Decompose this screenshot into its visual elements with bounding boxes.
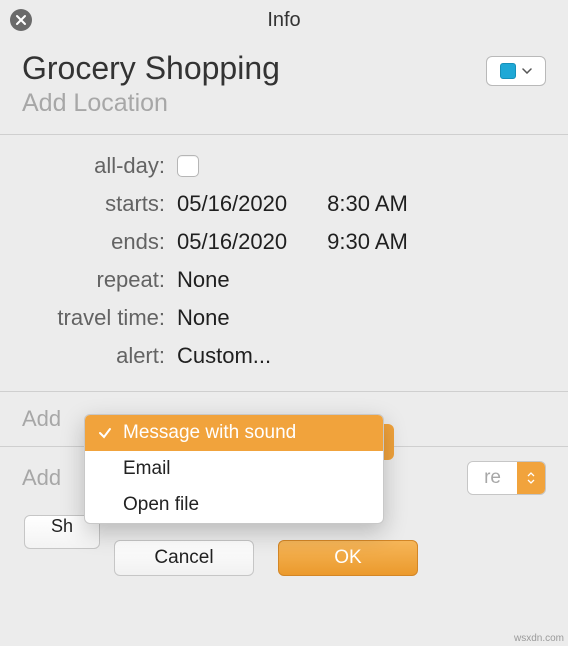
- starts-label: starts:: [22, 191, 177, 217]
- window-title: Info: [0, 9, 568, 32]
- repeat-value[interactable]: None: [177, 267, 230, 293]
- starts-time[interactable]: 8:30 AM: [327, 191, 408, 217]
- popup-item-email[interactable]: Email: [85, 451, 383, 487]
- event-header: Grocery Shopping Add Location: [0, 40, 568, 134]
- close-icon: [15, 14, 27, 26]
- allday-label: all-day:: [22, 153, 177, 179]
- close-button[interactable]: [10, 9, 32, 31]
- alert-type-popup: Message with sound Email Open file: [84, 414, 384, 524]
- dialog-buttons: Cancel OK: [114, 540, 418, 576]
- calendar-color-selector[interactable]: [486, 56, 546, 86]
- travel-time-label: travel time:: [22, 305, 177, 331]
- chevron-down-icon: [522, 68, 532, 74]
- event-title[interactable]: Grocery Shopping: [22, 50, 486, 87]
- ends-date[interactable]: 05/16/2020: [177, 229, 287, 255]
- popup-item-label: Email: [123, 458, 171, 480]
- allday-checkbox[interactable]: [177, 155, 199, 177]
- more-options-label: re: [468, 462, 517, 494]
- ends-time[interactable]: 9:30 AM: [327, 229, 408, 255]
- alert-label: alert:: [22, 343, 177, 369]
- travel-time-value[interactable]: None: [177, 305, 230, 331]
- alert-value[interactable]: Custom...: [177, 343, 271, 369]
- stepper-arrows-icon: [517, 462, 545, 494]
- watermark: wsxdn.com: [514, 633, 564, 644]
- titlebar: Info: [0, 0, 568, 40]
- popup-item-open-file[interactable]: Open file: [85, 487, 383, 523]
- add-attachments-label: Add: [22, 465, 61, 491]
- popup-item-label: Message with sound: [123, 422, 296, 444]
- ends-label: ends:: [22, 229, 177, 255]
- checkmark-icon: [97, 426, 113, 440]
- cancel-button[interactable]: Cancel: [114, 540, 254, 576]
- location-field[interactable]: Add Location: [22, 89, 486, 118]
- ok-button[interactable]: OK: [278, 540, 418, 576]
- popup-item-message-with-sound[interactable]: Message with sound: [85, 415, 383, 451]
- repeat-label: repeat:: [22, 267, 177, 293]
- starts-date[interactable]: 05/16/2020: [177, 191, 287, 217]
- more-options-select[interactable]: re: [467, 461, 546, 495]
- calendar-color-swatch: [500, 63, 516, 79]
- popup-item-label: Open file: [123, 494, 199, 516]
- event-fields: all-day: starts: 05/16/2020 8:30 AM ends…: [0, 135, 568, 391]
